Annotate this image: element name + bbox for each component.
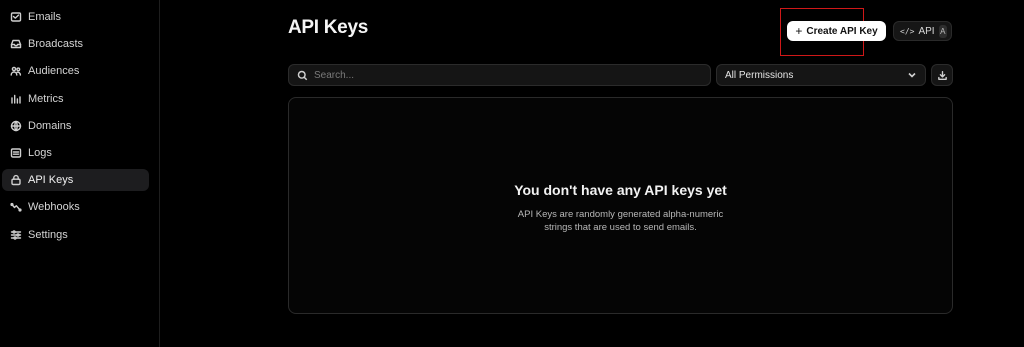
code-icon: </>: [900, 26, 915, 36]
api-docs-button[interactable]: </> API A: [893, 21, 952, 41]
create-api-key-label: Create API Key: [806, 25, 878, 37]
sidebar-item-label: Domains: [28, 119, 72, 132]
sidebar-item-logs[interactable]: Logs: [2, 142, 149, 164]
sidebar-item-label: Webhooks: [28, 201, 80, 214]
sidebar-item-label: Broadcasts: [28, 38, 84, 51]
download-icon: [937, 70, 947, 80]
sliders-icon: [10, 229, 22, 241]
sidebar-item-label: Metrics: [28, 92, 64, 105]
sidebar-item-settings[interactable]: Settings: [2, 224, 149, 246]
sidebar: Emails Broadcasts Audiences Metrics Doma…: [0, 0, 160, 347]
bar-chart-icon: [10, 93, 22, 105]
sidebar-item-label: Emails: [28, 11, 62, 23]
sidebar-item-webhooks[interactable]: Webhooks: [2, 196, 149, 218]
api-button-label: API: [918, 25, 935, 37]
sidebar-item-api-keys[interactable]: API Keys: [2, 169, 149, 192]
sidebar-item-label: Settings: [28, 228, 68, 241]
sidebar-nav: Emails Broadcasts Audiences Metrics Doma…: [0, 0, 159, 246]
empty-state-title: You don't have any API keys yet: [514, 182, 727, 198]
sidebar-item-audiences[interactable]: Audiences: [2, 60, 149, 82]
sidebar-item-label: API Keys: [28, 174, 74, 187]
api-keys-empty-state: You don't have any API keys yet API Keys…: [288, 97, 953, 314]
export-button[interactable]: [931, 64, 953, 86]
globe-icon: [10, 120, 22, 132]
empty-state-description: API Keys are randomly generated alpha-nu…: [517, 209, 724, 233]
mail-icon: [10, 11, 22, 23]
sidebar-item-emails[interactable]: Emails: [2, 6, 149, 28]
search-input[interactable]: [314, 69, 702, 81]
sidebar-item-domains[interactable]: Domains: [2, 115, 149, 137]
keyboard-shortcut-badge: A: [938, 24, 947, 38]
sidebar-item-metrics[interactable]: Metrics: [2, 88, 149, 110]
create-api-key-button[interactable]: + Create API Key: [787, 21, 886, 41]
chevron-down-icon: [907, 70, 917, 80]
lock-icon: [10, 174, 22, 186]
sidebar-item-label: Audiences: [28, 65, 80, 78]
inbox-icon: [10, 38, 22, 50]
sidebar-item-broadcasts[interactable]: Broadcasts: [2, 33, 149, 55]
search-icon: [297, 70, 308, 80]
plus-icon: +: [795, 24, 803, 38]
permissions-select[interactable]: All Permissions: [716, 64, 926, 86]
users-icon: [10, 65, 22, 77]
webhook-icon: [10, 201, 22, 213]
permissions-select-value: All Permissions: [725, 69, 794, 81]
app-window: Emails Broadcasts Audiences Metrics Doma…: [0, 0, 1024, 347]
search-field[interactable]: [288, 64, 711, 86]
list-icon: [10, 147, 22, 159]
page-title: API Keys: [288, 17, 368, 38]
sidebar-item-label: Logs: [28, 146, 52, 159]
